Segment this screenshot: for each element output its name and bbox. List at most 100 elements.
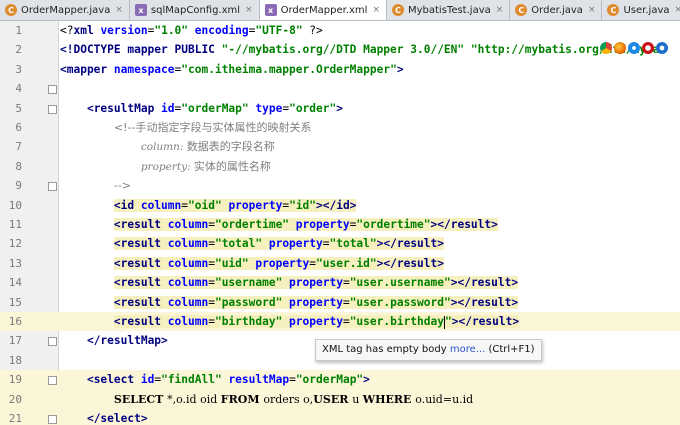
val-token: " [444, 315, 452, 328]
tag-token: <mapper [60, 62, 114, 76]
code-text: <?xml version="1.0" encoding="UTF-8" ?> [60, 21, 323, 40]
line-number: 3 [15, 62, 22, 76]
plain-token: = [289, 373, 296, 387]
code-line-21[interactable]: 21 </select> [0, 409, 680, 425]
code-line-4[interactable]: 4 [0, 79, 680, 98]
line-number: 8 [15, 159, 22, 173]
firefox-icon[interactable] [614, 42, 626, 54]
close-icon[interactable]: × [115, 5, 123, 15]
close-icon[interactable]: × [245, 5, 253, 15]
code-text: <mapper namespace="com.itheima.mapper.Or… [60, 60, 404, 79]
code-line-12[interactable]: 12 <result column="total" property="tota… [0, 234, 680, 253]
tab-label: sqlMapConfig.xml [150, 4, 241, 16]
code-line-19[interactable]: 19 <select id="findAll" resultMap="order… [0, 370, 680, 390]
fold-marker-icon[interactable] [48, 85, 57, 95]
comment-token: property: [140, 160, 194, 173]
code-line-5[interactable]: 5 <resultMap id="orderMap" type="order"> [0, 99, 680, 118]
line-number: 12 [8, 237, 22, 251]
val-token: "ordertime" [214, 218, 296, 231]
tooltip-more-link[interactable]: more... [450, 344, 485, 355]
code-line-1[interactable]: 1 <?xml version="1.0" encoding="UTF-8" ?> [0, 21, 680, 40]
code-text: <result column="username" property="user… [60, 273, 519, 292]
plain-token: = [208, 218, 215, 231]
tag-token: ></result> [376, 237, 444, 251]
code-text: <resultMap id="orderMap" type="order"> [60, 99, 343, 118]
attr-token: property [295, 218, 350, 231]
tab-order-java[interactable]: C Order.java × [510, 0, 603, 20]
code-editor[interactable]: 1 <?xml version="1.0" encoding="UTF-8" ?>… [0, 21, 680, 425]
tab-ordermapper-xml[interactable]: x OrderMapper.xml × [259, 0, 387, 20]
ie-icon[interactable] [656, 42, 668, 54]
val-token: "orderMap" [295, 373, 364, 387]
code-line-10[interactable]: 10 <id column="oid" property="id"></id> [0, 196, 680, 215]
tab-mybatistest-java[interactable]: C MybatisTest.java × [387, 0, 511, 20]
opera-icon[interactable] [642, 42, 654, 54]
inspection-tooltip: XML tag has empty body more... (Ctrl+F1) [315, 339, 542, 361]
val-token: "orderMap" [181, 101, 256, 115]
close-icon[interactable]: × [588, 5, 596, 15]
close-icon[interactable]: × [372, 5, 380, 15]
safari-icon[interactable] [628, 42, 640, 54]
tab-sqlmapconfig-xml[interactable]: x sqlMapConfig.xml × [130, 0, 260, 20]
code-text: SELECT *,o.id oid FROM orders o,USER u W… [60, 390, 473, 409]
attr-token: column [167, 256, 209, 270]
plain-token: = [309, 256, 317, 270]
chrome-icon[interactable] [600, 42, 612, 54]
code-line-15[interactable]: 15 <result column="password" property="u… [0, 293, 680, 312]
line-number: 17 [8, 334, 22, 348]
line-number: 10 [8, 198, 22, 212]
fold-marker-icon[interactable] [48, 182, 57, 192]
val-token: "total" [214, 237, 269, 251]
tag-token: ></result> [376, 256, 444, 270]
code-line-11[interactable]: 11 <result column="ordertime" property="… [0, 215, 680, 234]
fold-marker-icon[interactable] [48, 376, 57, 386]
tag-token: <select [86, 373, 141, 387]
code-text: <!DOCTYPE mapper PUBLIC "-//mybatis.org/… [60, 40, 666, 59]
attr-token: column [167, 315, 209, 328]
val-token: "order" [289, 101, 337, 115]
code-line-6[interactable]: 6 <!--手动指定字段与实体属性的映射关系 [0, 118, 680, 137]
code-line-8[interactable]: 8 property: 实体的属性名称 [0, 157, 680, 176]
val-token: "total" [329, 237, 377, 251]
tag-token: ></result> [451, 315, 520, 328]
close-icon[interactable]: × [675, 5, 680, 15]
sqlkw-token: SELECT [113, 392, 168, 406]
attr-token: column [167, 218, 209, 231]
attr-token: namespace [113, 62, 175, 76]
code-line-3[interactable]: 3 <mapper namespace="com.itheima.mapper.O… [0, 60, 680, 79]
code-line-9[interactable]: 9 --> [0, 176, 680, 195]
comment-token: column: [140, 141, 187, 154]
code-line-14[interactable]: 14 <result column="username" property="u… [0, 273, 680, 292]
fold-marker-icon[interactable] [48, 337, 57, 347]
tab-label: Order.java [531, 4, 583, 16]
tab-ordermapper-java[interactable]: C OrderMapper.java × [0, 0, 130, 20]
code-line-20[interactable]: 20 SELECT *,o.id oid FROM orders o,USER … [0, 389, 680, 409]
code-line-16[interactable]: 16 <result column="birthday" property="u… [0, 312, 680, 332]
plain-token: = [208, 315, 215, 328]
cmt-token: 实体的属性名称 [193, 159, 271, 173]
code-line-7[interactable]: 7 column: 数据表的字段名称 [0, 137, 680, 156]
sql-token: *,o.id oid [167, 392, 221, 406]
code-text: <result column="total" property="total">… [60, 234, 444, 253]
plain-token: = [342, 276, 350, 290]
fold-marker-icon[interactable] [48, 104, 57, 114]
code-line-2[interactable]: 2 <!DOCTYPE mapper PUBLIC "-//mybatis.org… [0, 40, 680, 59]
val-token: "user.birthday [349, 315, 444, 328]
tag-token: xml [73, 24, 101, 37]
code-line-13[interactable]: 13 <result column="uid" property="user.i… [0, 254, 680, 273]
sqlkw-token: FROM [220, 392, 264, 406]
line-number: 16 [8, 315, 22, 328]
fold-marker-icon[interactable] [48, 415, 57, 424]
line-number: 5 [15, 101, 22, 115]
tag-token: </select> [86, 412, 148, 425]
close-icon[interactable]: × [496, 5, 504, 15]
plain-token: = [342, 315, 350, 328]
tab-user-java[interactable]: CUser.java × [602, 0, 680, 20]
